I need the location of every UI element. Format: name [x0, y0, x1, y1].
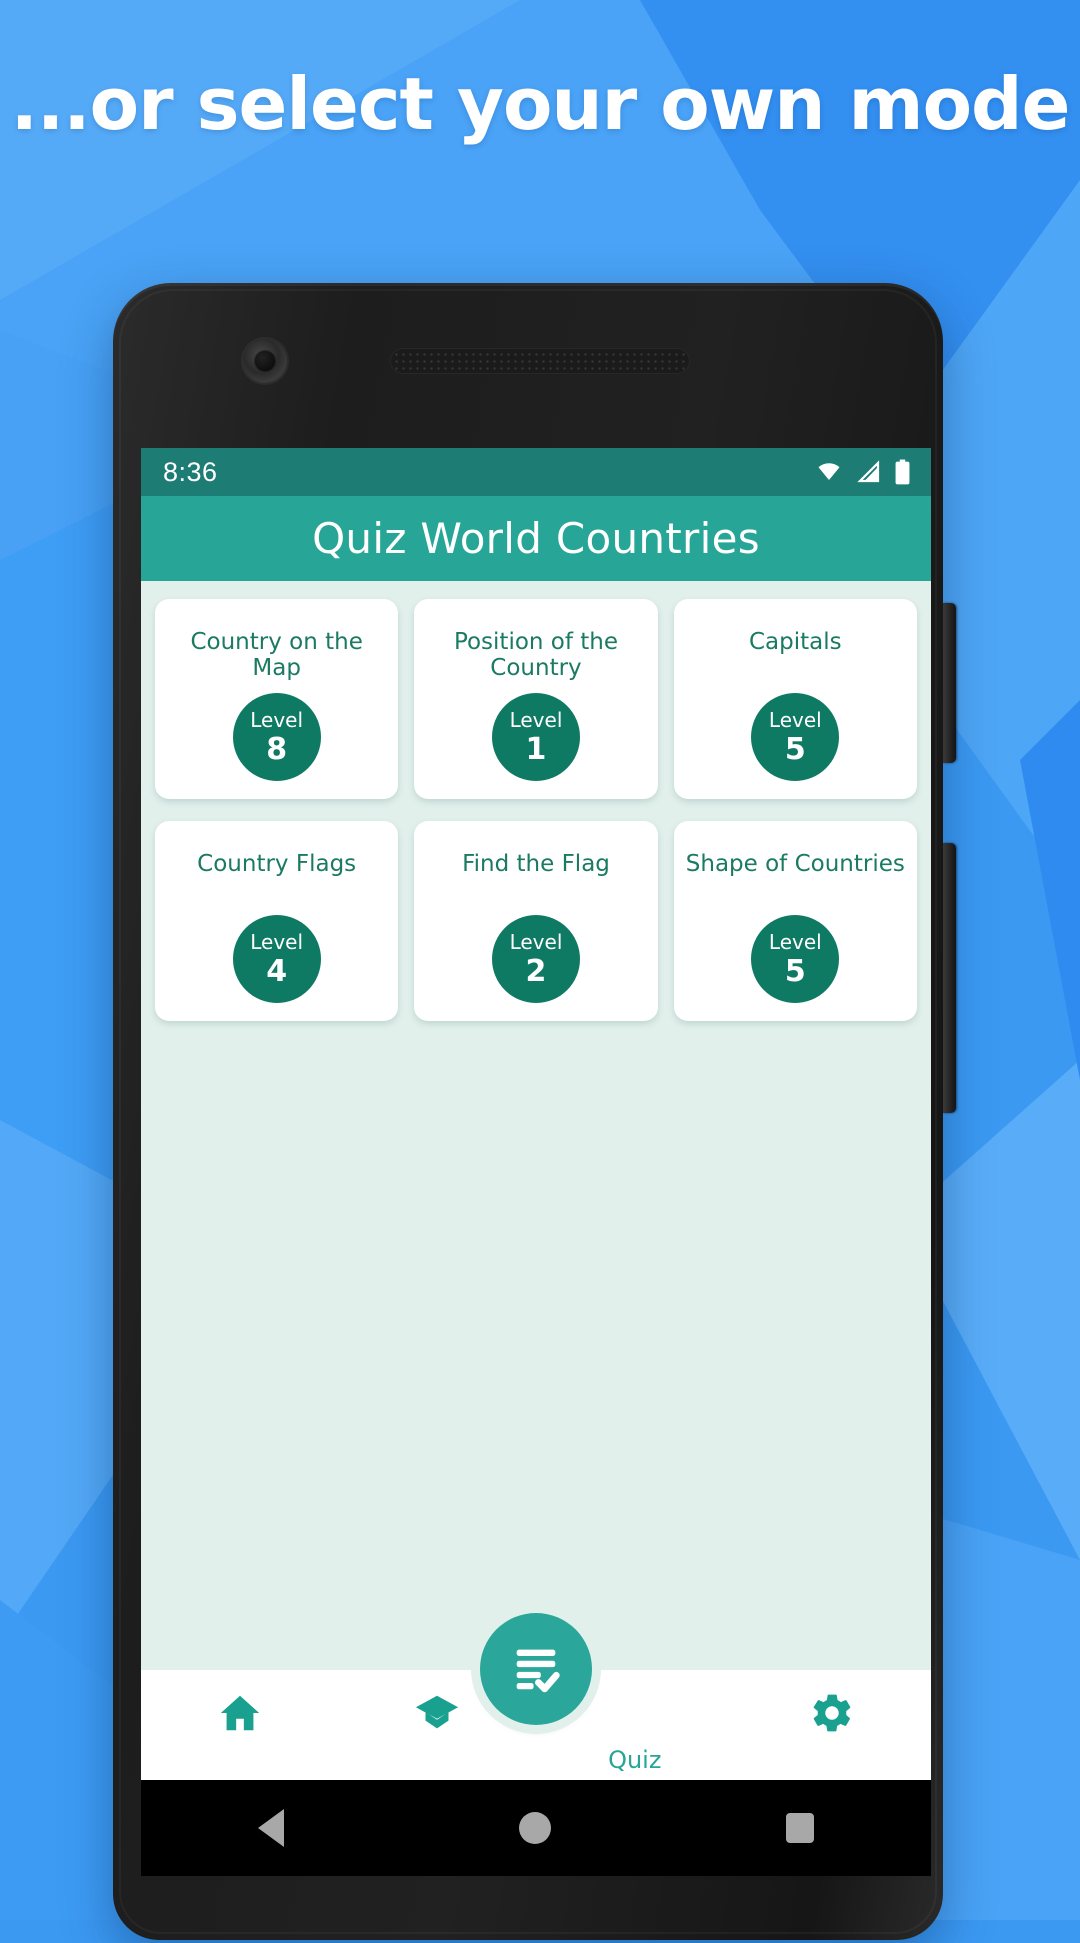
- home-icon: [220, 1695, 259, 1731]
- level-value: 2: [525, 953, 547, 989]
- power-button[interactable]: [943, 603, 956, 763]
- signal-icon: [857, 460, 880, 483]
- level-word: Level: [250, 929, 304, 954]
- android-navigation-bar: [141, 1780, 931, 1876]
- gear-icon: [813, 1694, 851, 1732]
- level-badge: Level 1: [491, 693, 580, 781]
- checklist-icon: [516, 1649, 560, 1693]
- level-badge: Level 8: [232, 693, 321, 781]
- level-value: 5: [784, 953, 806, 989]
- mode-card-country-flags[interactable]: Country Flags Level 4: [155, 821, 399, 1021]
- nav-item-home[interactable]: [141, 1670, 339, 1780]
- recents-square-icon[interactable]: [785, 1813, 814, 1843]
- level-word: Level: [509, 707, 563, 732]
- phone-screen: 8:36 Quiz World Countries Country on the…: [141, 448, 931, 1780]
- nav-item-label: Quiz: [608, 1746, 662, 1774]
- earpiece-speaker-icon: [390, 348, 690, 374]
- level-word: Level: [509, 929, 563, 954]
- volume-button[interactable]: [943, 843, 956, 1113]
- level-value: 4: [266, 953, 288, 989]
- mode-card-position-of-the-country[interactable]: Position of the Country Level 1: [414, 599, 658, 799]
- battery-icon: [895, 459, 910, 485]
- level-value: 1: [525, 731, 547, 767]
- mode-card-title: Shape of Countries: [685, 851, 905, 877]
- status-time: 8:36: [163, 456, 218, 487]
- mode-card-title: Capitals: [749, 629, 842, 655]
- status-bar: 8:36: [141, 448, 931, 496]
- level-badge: Level 5: [751, 915, 840, 1003]
- nav-item-settings[interactable]: [734, 1670, 932, 1780]
- level-badge: Level 4: [232, 915, 321, 1003]
- mode-card-title: Country Flags: [197, 851, 357, 877]
- mode-card-title: Country on the Map: [190, 629, 363, 682]
- app-bar: Quiz World Countries: [141, 496, 931, 581]
- wifi-icon: [818, 463, 840, 480]
- app-bar-title: Quiz World Countries: [312, 514, 760, 563]
- mode-card-country-on-the-map[interactable]: Country on the Map Level 8: [155, 599, 399, 799]
- level-value: 8: [266, 731, 288, 767]
- mode-card-shape-of-countries[interactable]: Shape of Countries Level 5: [673, 821, 917, 1021]
- mode-card-capitals[interactable]: Capitals Level 5: [673, 599, 917, 799]
- level-value: 5: [784, 731, 806, 767]
- status-icons: [814, 459, 911, 485]
- level-word: Level: [768, 707, 822, 732]
- mode-card-title: Find the Flag: [462, 851, 610, 877]
- graduation-cap-icon: [416, 1695, 459, 1729]
- front-camera-icon: [243, 339, 287, 383]
- level-word: Level: [250, 707, 304, 732]
- mode-card-title: Position of the Country: [453, 629, 619, 682]
- level-word: Level: [768, 929, 822, 954]
- page-headline: ...or select your own mode: [10, 62, 1071, 146]
- mode-grid: Country on the Map Level 8 Position of t…: [155, 599, 917, 1021]
- home-circle-icon[interactable]: [518, 1812, 551, 1844]
- mode-card-find-the-flag[interactable]: Find the Flag Level 2: [414, 821, 658, 1021]
- back-triangle-icon[interactable]: [258, 1809, 285, 1847]
- quiz-fab-button[interactable]: [480, 1613, 592, 1725]
- level-badge: Level 2: [491, 915, 580, 1003]
- level-badge: Level 5: [751, 693, 840, 781]
- content-area: Country on the Map Level 8 Position of t…: [141, 581, 931, 1780]
